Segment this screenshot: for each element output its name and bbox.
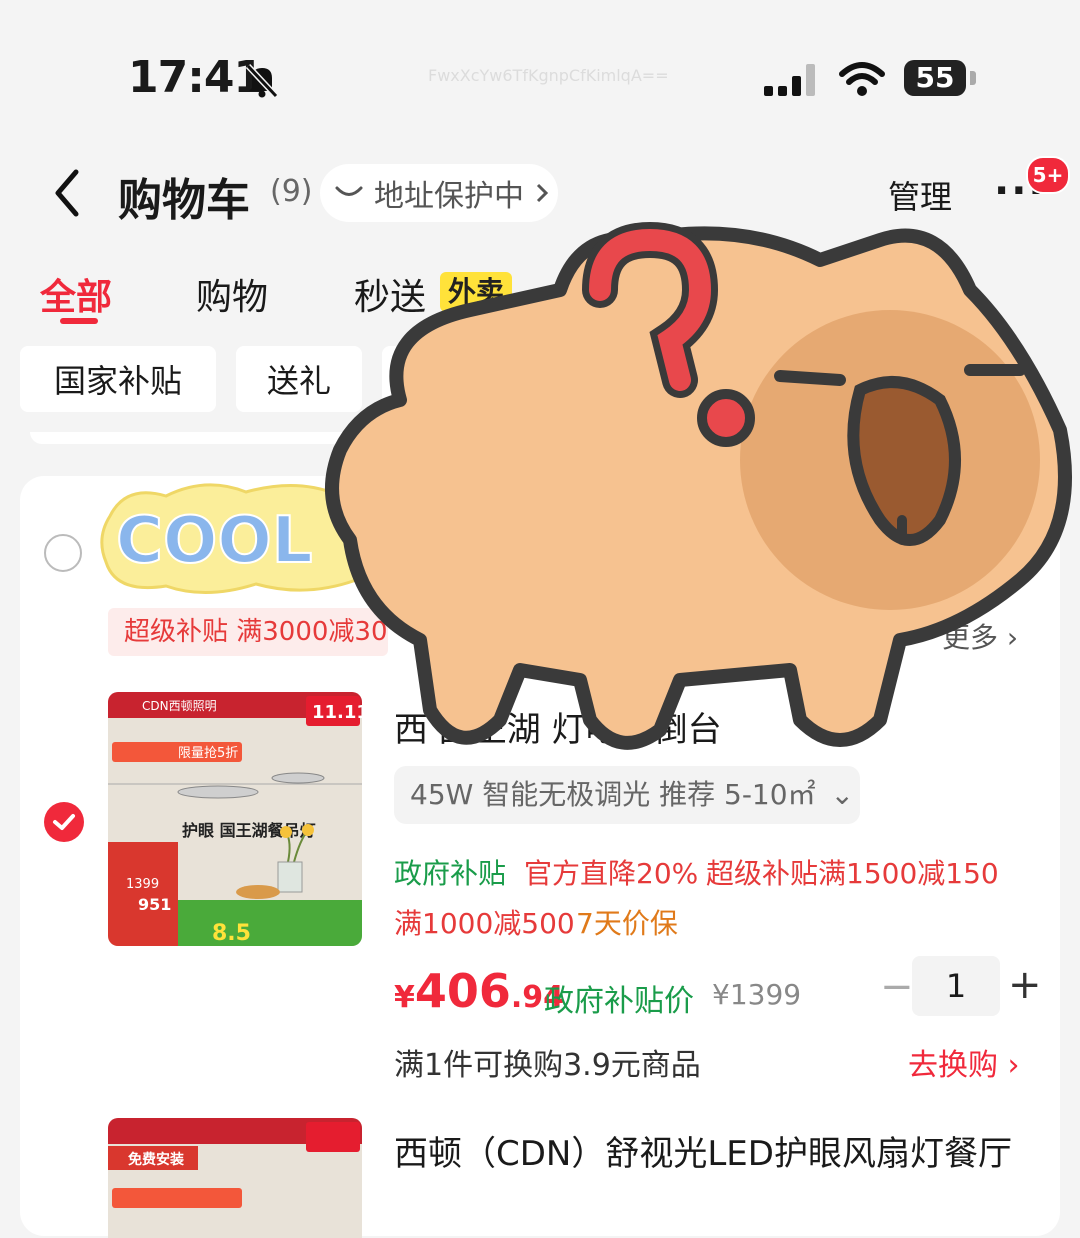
status-watermark: FwxXcYw6TfKgnpCfKimlqA== <box>428 66 669 85</box>
product2-title[interactable]: 西顿（CDN）舒视光LED护眼风扇灯餐厅 <box>394 1126 1012 1175</box>
bell-muted-icon <box>245 63 279 99</box>
product2-thumb-text: 免费安装 <box>128 1151 185 1168</box>
page-title: 购物车 <box>118 175 250 226</box>
gov-price-label: 政府补贴价 <box>544 984 694 1019</box>
quantity-increase-button[interactable]: + <box>1008 962 1042 1008</box>
price-symbol: ¥ <box>394 980 415 1015</box>
tab-active-underline <box>60 318 98 324</box>
swap-note: 满1件可换购3.9元商品 <box>394 1048 701 1083</box>
sku-selector[interactable]: 45W 智能无极调光 推荐 5-10㎡ ⌄ <box>394 766 860 824</box>
tag-super-subsidy: 超级补贴满1500减150 <box>706 857 999 890</box>
tab-all[interactable]: 全部 <box>40 268 112 320</box>
price-integer: 406 <box>414 964 511 1018</box>
back-arrow-icon[interactable] <box>48 168 88 218</box>
cart-count: (9) <box>270 174 313 209</box>
tag-price-protection: 7天价保 <box>576 907 678 940</box>
swap-link-label: 去换购 <box>908 1048 998 1083</box>
sku-label: 45W 智能无极调光 推荐 5-10㎡ <box>410 778 816 811</box>
thumb-sale-text: 限量抢5折 <box>178 745 238 761</box>
original-price: ¥1399 <box>712 978 802 1011</box>
wifi-icon <box>839 62 885 96</box>
quantity-decrease-button[interactable]: − <box>880 964 914 1010</box>
signal-icon <box>764 64 815 96</box>
thumb-price-b: 951 <box>138 895 171 914</box>
swap-link[interactable]: 去换购 › <box>908 1040 1020 1084</box>
product-price: ¥406.94 <box>394 964 564 1018</box>
tab-shopping[interactable]: 购物 <box>196 268 268 320</box>
tag-full-reduction: 满1000减500 <box>394 907 575 940</box>
tag-gov-subsidy: 政府补贴 <box>394 857 507 890</box>
product-select-checkbox[interactable] <box>44 802 84 842</box>
quantity-input[interactable]: 1 <box>912 956 1000 1016</box>
capybara-sticker <box>325 221 1072 750</box>
notification-badge: 5+ <box>1026 156 1070 194</box>
product2-thumbnail[interactable]: 免费安装 <box>108 1118 362 1238</box>
battery-tip <box>970 71 976 85</box>
thumb-price-a: 1399 <box>126 877 159 892</box>
thumb-caption: 护眼 国王湖餐吊灯 <box>182 821 316 840</box>
tag-official-discount: 官方直降20% <box>524 857 699 890</box>
store-select-radio[interactable] <box>44 534 82 572</box>
chevron-down-icon: ⌄ <box>830 778 854 811</box>
store-logo-text: COOL <box>116 504 313 578</box>
thumb-brand: CDN西顿照明 <box>142 699 217 713</box>
check-icon <box>53 814 75 830</box>
thumb-discount: 8.5 <box>212 921 251 946</box>
battery-indicator: 55 <box>904 60 966 96</box>
filter-chip-national-subsidy[interactable]: 国家补贴 <box>20 346 216 412</box>
